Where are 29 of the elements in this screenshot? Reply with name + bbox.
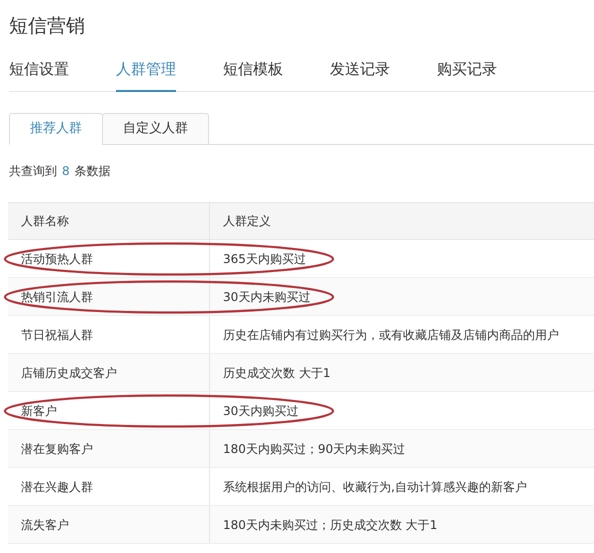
page-title: 短信营销 <box>9 15 85 37</box>
table-cell-text: 365天内购买过 <box>222 250 307 268</box>
nav-tab[interactable]: 短信模板 <box>223 58 283 92</box>
sub-tab[interactable]: 自定义人群 <box>102 113 209 145</box>
nav-tab[interactable]: 短信设置 <box>9 58 69 92</box>
table-cell-text: 历史在店铺内有过购买行为，或有收藏店铺及店铺内商品的用户 <box>222 326 560 344</box>
result-count: 8 <box>62 163 70 180</box>
table-cell: 活动预热人群 <box>8 240 210 277</box>
column-header: 人群定义 <box>222 213 272 230</box>
nav-tab[interactable]: 发送记录 <box>330 58 390 92</box>
table-cell: 节日祝福人群 <box>8 316 210 353</box>
table-cell: 流失客户 <box>8 506 210 543</box>
table-cell-text: 30天内购买过 <box>222 402 300 420</box>
column-header: 人群名称 <box>8 203 210 239</box>
nav-tab[interactable]: 人群管理 <box>116 58 176 92</box>
table-cell-text: 系统根据用户的访问、收藏行为,自动计算感兴趣的新客户 <box>222 478 528 496</box>
table-cell-text: 历史成交次数 大于1 <box>222 364 332 382</box>
nav-tab[interactable]: 购买记录 <box>437 58 497 92</box>
table-cell: 潜在复购客户 <box>8 430 210 467</box>
table-cell-text: 30天内未购买过 <box>222 288 312 306</box>
table-cell: 潜在兴趣人群 <box>8 468 210 505</box>
table-cell: 新客户 <box>8 392 210 429</box>
table-cell: 店铺历史成交客户 <box>8 354 210 391</box>
table-cell: 热销引流人群 <box>8 278 210 315</box>
sub-tab[interactable]: 推荐人群 <box>9 113 103 145</box>
table-cell-text: 180天内购买过；90天内未购买过 <box>222 440 406 458</box>
table-cell-text: 180天内未购买过；历史成交次数 大于1 <box>222 516 438 534</box>
result-count-unit: 条数据 <box>74 163 111 180</box>
result-count-label: 共查询到 <box>9 163 57 180</box>
